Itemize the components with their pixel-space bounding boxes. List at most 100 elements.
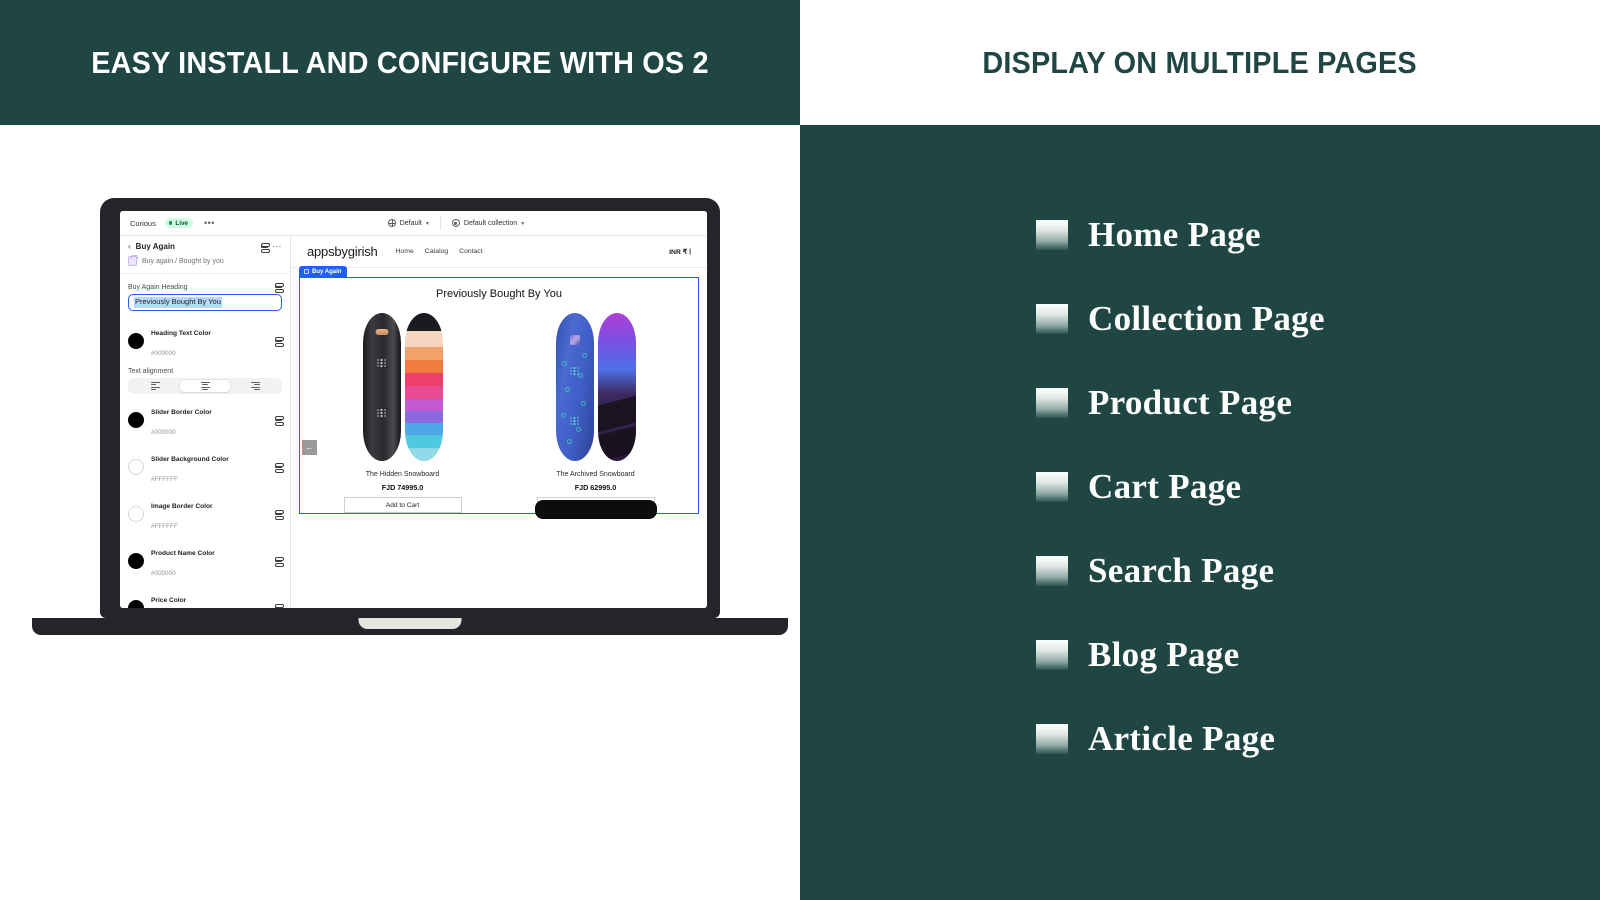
color-setting-row[interactable]: Image Border Color #FFFFFF	[120, 490, 290, 537]
chevron-down-icon: ▾	[521, 220, 525, 227]
color-setting-row[interactable]: Price Color #000000	[120, 584, 290, 608]
product-name: The Hidden Snowboard	[365, 471, 440, 478]
product-price: FJD 74995.0	[381, 483, 424, 492]
section-more-icon[interactable]: ⋯	[273, 242, 283, 251]
color-swatch[interactable]	[128, 411, 144, 428]
align-right-icon	[250, 381, 260, 391]
heading-field-label: Buy Again Heading	[120, 279, 290, 294]
list-item: Home Page	[1036, 193, 1600, 277]
currency-divider: |	[689, 247, 691, 255]
color-hex: #FFFFFF	[151, 522, 178, 530]
live-status-badge: Live	[164, 218, 193, 228]
left-panel: EASY INSTALL AND CONFIGURE WITH OS 2 Cur…	[0, 0, 800, 900]
dynamic-source-icon[interactable]	[275, 462, 284, 473]
nav-item-catalog[interactable]: Catalog	[425, 248, 448, 255]
right-header-title: DISPLAY ON MULTIPLE PAGES	[982, 44, 1418, 80]
color-name: Image Border Color	[151, 502, 213, 510]
color-text: Heading Text Color #000000	[151, 321, 211, 361]
bullet-square-icon	[1036, 640, 1068, 670]
color-hex: #000000	[151, 569, 176, 577]
color-name: Slider Border Color	[151, 408, 212, 416]
laptop-lid: Curious Live ••• Default ▾ Default colle…	[100, 198, 720, 618]
product-card[interactable]: The Hidden Snowboard FJD 74995.0 Add to …	[306, 312, 499, 513]
color-text: Slider Background Color #FFFFFF	[151, 447, 229, 487]
dynamic-source-icon[interactable]	[260, 242, 270, 253]
dynamic-source-icon[interactable]	[275, 603, 284, 608]
storefront-preview[interactable]: appsbygirish Home Catalog Contact INR ₹ …	[291, 236, 707, 608]
align-center-button[interactable]	[180, 380, 230, 392]
dynamic-source-icon[interactable]	[275, 336, 284, 347]
snowboard-dark-image	[362, 313, 401, 461]
color-name: Product Name Color	[151, 549, 215, 557]
editor-topbar: Curious Live ••• Default ▾ Default colle…	[120, 211, 707, 236]
list-item: Collection Page	[1036, 277, 1600, 361]
collection-select-label: Default collection	[463, 219, 518, 227]
promo-banner: EASY INSTALL AND CONFIGURE WITH OS 2 Cur…	[0, 0, 1600, 900]
color-setting-row[interactable]: Slider Background Color #FFFFFF	[120, 443, 290, 490]
snowboard-rainbow-image	[404, 313, 443, 461]
storefront-header: appsbygirish Home Catalog Contact INR ₹ …	[291, 236, 707, 268]
product-price: FJD 62995.0	[574, 483, 617, 492]
snowboard-blue-image	[555, 313, 594, 461]
nav-item-contact[interactable]: Contact	[459, 248, 482, 255]
more-options-icon[interactable]: •••	[204, 218, 215, 227]
section-outline: Previously Bought By You ← The Hidden Sn…	[299, 277, 699, 519]
buy-again-section[interactable]: Buy Again Previously Bought By You ← The…	[299, 266, 699, 519]
color-setting-row[interactable]: Heading Text Color #000000	[120, 317, 290, 364]
product-card[interactable]: The Archived Snowboard FJD 62995.0 Add t…	[499, 312, 692, 519]
color-text: Product Name Color #000000	[151, 541, 215, 581]
dynamic-source-icon[interactable]	[275, 415, 284, 426]
color-swatch[interactable]	[128, 332, 144, 349]
sidebar-app-subtitle: Buy again / Bought by you	[142, 257, 224, 265]
sidebar-settings-scroll[interactable]: Buy Again Heading Previously Bought By Y…	[120, 274, 290, 608]
heading-field-label-text: Buy Again Heading	[128, 283, 188, 291]
sidebar-app-row: Buy again / Bought by you	[120, 255, 290, 274]
page-label: Product Page	[1088, 383, 1293, 422]
dot-grid	[570, 367, 579, 375]
collection-select[interactable]: Default collection ▾	[441, 219, 535, 227]
left-body: Curious Live ••• Default ▾ Default colle…	[0, 125, 800, 900]
color-swatch[interactable]	[128, 458, 144, 475]
heading-input-value: Previously Bought By You	[134, 297, 222, 308]
section-heading: Previously Bought By You	[436, 288, 562, 300]
dynamic-source-icon[interactable]	[275, 283, 284, 293]
chevron-down-icon: ▾	[425, 220, 429, 227]
carousel-prev-button[interactable]: ←	[302, 440, 317, 455]
nav-item-home[interactable]: Home	[396, 248, 414, 255]
editor-main: ‹ Buy Again ⋯ Buy again / Bought by you …	[120, 236, 707, 608]
page-label: Cart Page	[1088, 467, 1242, 506]
store-nav: Home Catalog Contact	[396, 248, 483, 255]
section-tab-badge[interactable]: Buy Again	[299, 266, 348, 277]
align-right-button[interactable]	[230, 380, 280, 392]
currency-label: INR ₹	[669, 248, 688, 256]
theme-name: Curious	[130, 218, 156, 228]
bullet-square-icon	[1036, 724, 1068, 754]
color-setting-row[interactable]: Slider Border Color #000000	[120, 396, 290, 443]
heading-input[interactable]: Previously Bought By You	[128, 294, 282, 311]
dot-grid	[377, 409, 386, 417]
text-alignment-segmented[interactable]	[128, 378, 282, 394]
color-setting-row[interactable]: Product Name Color #000000	[120, 537, 290, 584]
align-center-icon	[200, 381, 210, 391]
color-name: Price Color	[151, 596, 187, 604]
align-left-icon	[150, 381, 160, 391]
app-block-icon	[128, 255, 138, 266]
color-swatch[interactable]	[128, 599, 144, 608]
color-name: Slider Background Color	[151, 455, 229, 463]
template-select[interactable]: Default ▾	[377, 219, 440, 227]
list-item: Article Page	[1036, 697, 1600, 781]
color-swatch[interactable]	[128, 505, 144, 522]
add-to-cart-button[interactable]: Add to Cart	[343, 497, 462, 513]
currency-selector[interactable]: INR ₹ |	[669, 248, 691, 256]
color-hex: #FFFFFF	[151, 475, 178, 483]
dynamic-source-icon[interactable]	[275, 509, 284, 520]
dynamic-source-icon[interactable]	[275, 556, 284, 567]
store-logo[interactable]: appsbygirish	[307, 244, 378, 259]
color-swatch[interactable]	[128, 552, 144, 569]
back-icon[interactable]: ‹	[128, 242, 131, 251]
section-tab-label: Buy Again	[312, 268, 342, 275]
align-left-button[interactable]	[130, 380, 180, 392]
bullet-square-icon	[1036, 220, 1068, 250]
left-header: EASY INSTALL AND CONFIGURE WITH OS 2	[0, 0, 800, 125]
collection-icon	[451, 219, 460, 227]
